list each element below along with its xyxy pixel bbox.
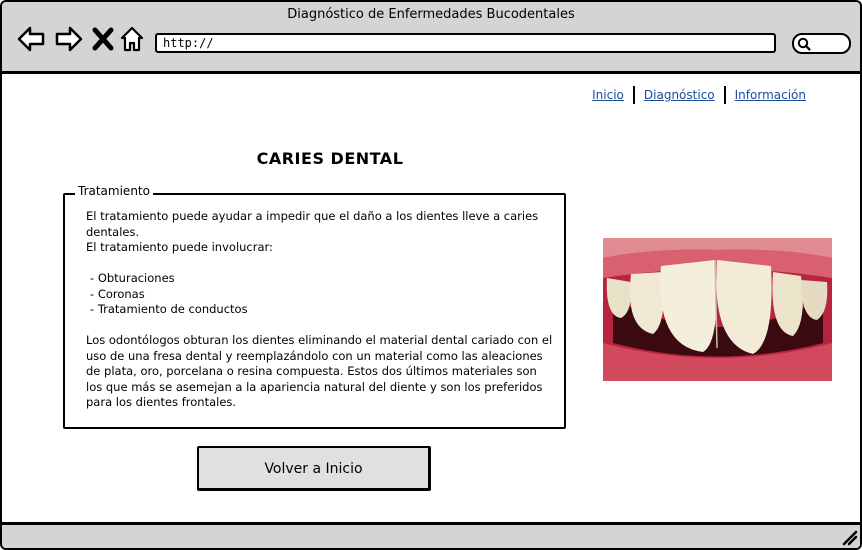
treatment-panel: Tratamiento El tratamiento puede ayudar … <box>63 184 566 429</box>
treatment-details: Los odontólogos obturan los dientes elim… <box>86 333 553 409</box>
teeth-photo <box>603 238 832 381</box>
page-title: CARIES DENTAL <box>256 149 404 168</box>
browser-window: Diagnóstico de Enfermedades Bucodentales… <box>0 0 862 550</box>
nav-divider <box>723 86 726 104</box>
list-item: Obturaciones <box>86 271 556 287</box>
list-item: Coronas <box>86 287 556 303</box>
resize-grip-icon[interactable] <box>840 528 858 546</box>
treatment-intro: El tratamiento puede ayudar a impedir qu… <box>86 209 539 239</box>
search-icon <box>797 37 811 51</box>
home-icon[interactable] <box>119 24 145 54</box>
browser-toolbar: Diagnóstico de Enfermedades Bucodentales… <box>2 2 860 74</box>
close-icon[interactable] <box>90 24 116 54</box>
address-bar[interactable]: http:// <box>155 33 776 53</box>
top-nav: Inicio Diagnóstico Información <box>592 86 806 104</box>
treatment-text: El tratamiento puede ayudar a impedir qu… <box>86 209 556 411</box>
nav-link-inicio[interactable]: Inicio <box>592 88 624 102</box>
status-bar <box>2 522 860 548</box>
window-title: Diagnóstico de Enfermedades Bucodentales <box>287 7 575 22</box>
treatment-options: Obturaciones Coronas Tratamiento de cond… <box>86 271 556 318</box>
nav-divider <box>632 86 635 104</box>
arrow-right-icon[interactable] <box>54 24 84 54</box>
list-item: Tratamiento de conductos <box>86 302 556 318</box>
search-field[interactable] <box>792 33 851 54</box>
arrow-left-icon[interactable] <box>16 24 46 54</box>
treatment-lead: El tratamiento puede involucrar: <box>86 240 273 254</box>
treatment-legend: Tratamiento <box>75 184 153 198</box>
nav-link-diagnostico[interactable]: Diagnóstico <box>644 88 715 102</box>
back-to-home-button[interactable]: Volver a Inicio <box>197 446 431 491</box>
nav-link-informacion[interactable]: Información <box>735 88 806 102</box>
